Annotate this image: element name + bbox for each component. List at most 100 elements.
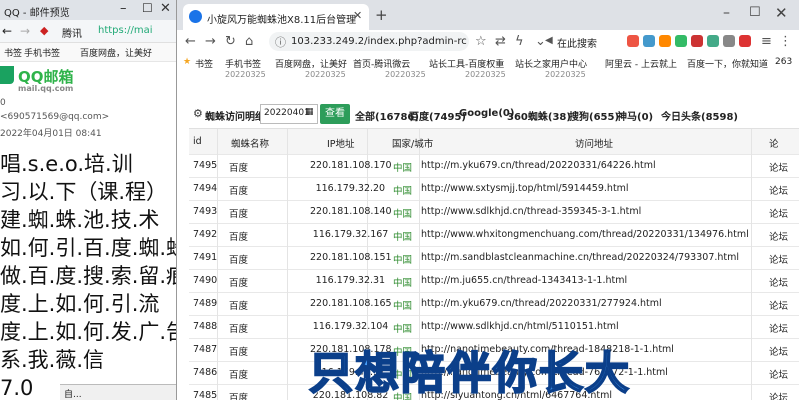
stat-shenma[interactable]: 神马(0)	[617, 108, 653, 123]
cell-url[interactable]: http://www.sdlkhjd.cn/thread-359345-3-1.…	[421, 206, 641, 217]
cell-url[interactable]: http://m.sandblastcleanmachine.cn/thread…	[421, 252, 739, 263]
cell-url[interactable]: http://m.ju655.cn/thread-1343413-1-1.htm…	[421, 275, 627, 286]
mail-meta-line: 0	[0, 98, 6, 108]
header-spider[interactable]: 蜘蛛名称	[231, 136, 269, 150]
bookmark-item[interactable]: 263	[775, 57, 792, 67]
left-back-icon[interactable]: ←	[2, 24, 12, 38]
close-icon[interactable]: ✕	[775, 4, 788, 22]
cell-id: 7491	[193, 252, 218, 263]
back-icon[interactable]: ←	[185, 34, 196, 49]
cell-spider: 百度	[229, 209, 249, 220]
address-bar[interactable]: ⓘ 103.233.249.2/index.php?admin-rc	[269, 32, 469, 51]
left-bookmark-item[interactable]: 书签	[4, 46, 22, 59]
extension-icon[interactable]	[659, 35, 671, 47]
left-url-text[interactable]: https://mai	[98, 25, 153, 36]
bookmark-item[interactable]: 阿里云 - 上云就上	[605, 57, 677, 70]
mail-body-line: 习.以.下（课.程）	[0, 180, 168, 204]
left-bookmark-item[interactable]: 百度网盘，让美好	[80, 46, 152, 59]
tencent-shield-icon: ◆	[40, 24, 49, 37]
extension-icon[interactable]	[627, 35, 639, 47]
prev-icon[interactable]: ◀	[545, 35, 553, 46]
date-value: 20220401	[264, 108, 310, 118]
extension-icon[interactable]	[643, 35, 655, 47]
left-bookmark-item[interactable]: 手机书签	[24, 46, 60, 59]
not-secure-icon[interactable]: ⓘ	[275, 34, 286, 50]
table-row: 7492 百度 116.179.32.167 中国 http://www.whxiton…	[189, 223, 799, 248]
cell-extra: 论坛	[769, 301, 789, 312]
search-hint[interactable]: 在此搜索	[557, 35, 597, 50]
bookmark-item[interactable]: 手机书签	[225, 57, 261, 70]
cell-url[interactable]: http://m.yku679.cn/thread/20220331/27792…	[421, 298, 662, 309]
column-divider	[287, 246, 288, 271]
query-button[interactable]: 查看	[320, 104, 350, 124]
date-input[interactable]: 20220401 ▦	[260, 104, 318, 124]
header-extra[interactable]: 论	[769, 136, 779, 150]
tab-active[interactable]: 小旋风万能蜘蛛池X8.11后台管理 ✕	[183, 4, 369, 30]
column-divider	[287, 292, 288, 317]
cell-extra: 论坛	[769, 186, 789, 197]
left-bookmark-bar: 书签 手机书签 百度网盘，让美好	[0, 43, 176, 62]
bookmark-item[interactable]: 百度一下，你就知道	[687, 57, 768, 70]
extension-icon[interactable]	[707, 35, 719, 47]
header-ip[interactable]: IP地址	[327, 136, 355, 150]
table-row: 7488 百度 116.179.32.104 中国 http://www.sdlkhjd…	[189, 315, 799, 340]
extension-icon[interactable]	[739, 35, 751, 47]
mail-sender[interactable]: <690571569@qq.com>	[0, 112, 109, 122]
bookmark-item[interactable]: 站长工具-百度权重	[429, 57, 504, 70]
home-icon[interactable]: ⌂	[245, 34, 253, 49]
extension-icon[interactable]	[675, 35, 687, 47]
cell-url[interactable]: http://www.whxitongmenchuang.com/thread/…	[421, 229, 749, 240]
left-minimize-icon[interactable]: –	[120, 1, 127, 16]
forward-icon[interactable]: →	[205, 34, 216, 49]
cell-id: 7493	[193, 206, 218, 217]
cell-spider: 百度	[229, 163, 249, 174]
cell-url[interactable]: http://www.sdlkhjd.cn/html/5110151.html	[421, 321, 619, 332]
faded-date: 20220325	[465, 70, 506, 79]
header-country[interactable]: 国家/城市	[392, 136, 433, 150]
cell-extra: 论坛	[769, 255, 789, 266]
bookmark-star-icon[interactable]: ☆	[475, 34, 487, 49]
extension-icon[interactable]	[691, 35, 703, 47]
left-maximize-icon[interactable]: ☐	[142, 1, 153, 15]
cell-country: 中国	[393, 209, 413, 220]
left-address-bar: ← → ◆ 腾讯 https://mai	[0, 20, 176, 43]
tab-close-icon[interactable]: ✕	[353, 9, 362, 22]
cell-extra: 论坛	[769, 209, 789, 220]
menu-icon[interactable]: ≡	[761, 34, 772, 49]
table-row: 7489 百度 220.181.108.165 中国 http://m.yku679.c…	[189, 292, 799, 317]
bookmark-item[interactable]: 首页-腾讯微云	[353, 57, 410, 70]
new-tab-button[interactable]: +	[375, 6, 388, 24]
lightning-icon[interactable]: ϟ	[515, 34, 524, 49]
header-id[interactable]: id	[193, 136, 202, 147]
stat-360[interactable]: 360蜘蛛(38)	[507, 108, 571, 123]
video-caption: 只想陪伴你长大	[177, 337, 799, 400]
reload-icon[interactable]: ↻	[225, 34, 236, 49]
bookmarks-star-icon: ★	[183, 57, 192, 67]
left-close-icon[interactable]: ✕	[160, 1, 171, 16]
maximize-icon[interactable]: ☐	[749, 5, 761, 20]
calendar-icon[interactable]: ▦	[305, 107, 314, 117]
column-divider	[751, 292, 752, 317]
bookmark-item[interactable]: 书签	[195, 57, 213, 70]
table-row: 7494 百度 116.179.32.20 中国 http://www.sxtysmjj…	[189, 177, 799, 202]
minimize-icon[interactable]: –	[723, 5, 730, 21]
faded-date: 20220325	[225, 70, 266, 79]
left-forward-icon[interactable]: →	[20, 24, 30, 38]
bookmark-item[interactable]: 站长之家用户中心	[515, 57, 587, 70]
mail-date: 2022年04月01日 08:41	[0, 129, 102, 139]
translate-icon[interactable]: ⇄	[495, 34, 506, 49]
column-divider	[287, 154, 288, 179]
cell-url[interactable]: http://m.yku679.cn/thread/20220331/64226…	[421, 160, 656, 171]
filter-label: 蜘蛛访问明细	[205, 112, 265, 123]
taskbar-item-label: 自...	[64, 390, 82, 400]
stat-baidu[interactable]: 百度(7495)	[409, 108, 466, 123]
header-url[interactable]: 访问地址	[575, 136, 613, 150]
stat-toutiao[interactable]: 今日头条(8598)	[661, 108, 738, 123]
bookmark-item[interactable]: 百度网盘，让美好	[275, 57, 347, 70]
extension-icon[interactable]	[723, 35, 735, 47]
more-icon[interactable]: ⋮	[779, 34, 792, 49]
cell-url[interactable]: http://www.sxtysmjj.top/html/5914459.htm…	[421, 183, 629, 194]
taskbar-item[interactable]: 自...	[60, 384, 176, 400]
stat-sogou[interactable]: 搜狗(655)	[569, 108, 619, 123]
column-divider	[419, 269, 420, 294]
